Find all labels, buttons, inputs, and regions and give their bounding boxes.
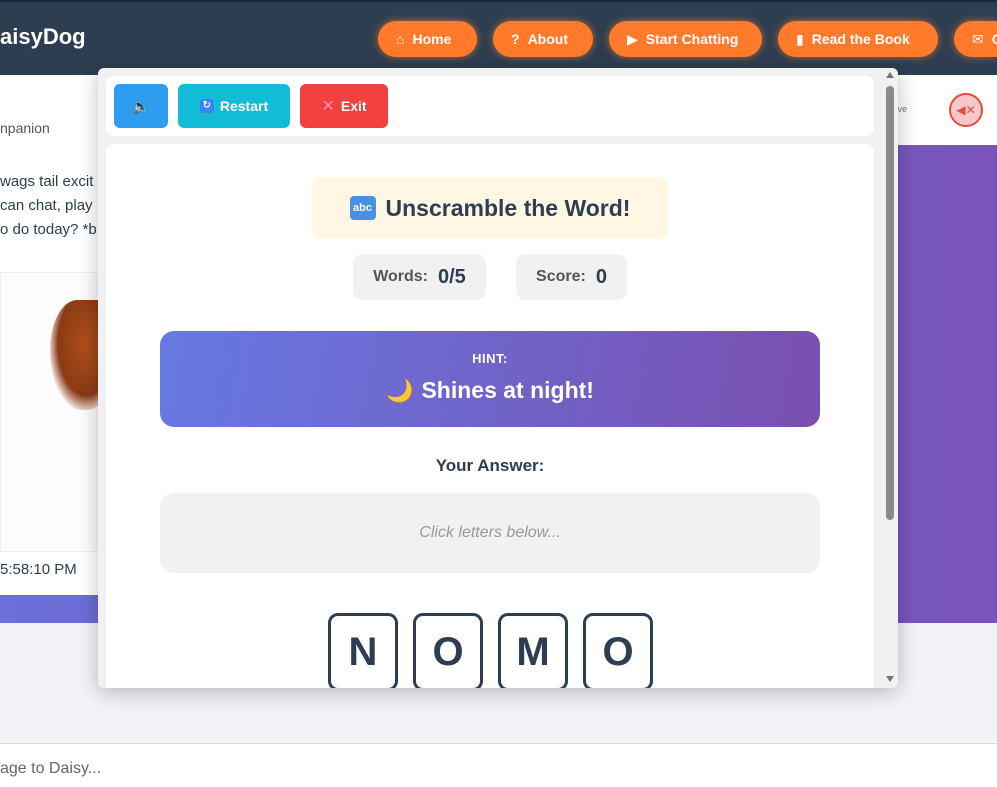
abc-icon: abc xyxy=(349,196,376,220)
game-title: abc Unscramble the Word! xyxy=(312,177,668,239)
top-navbar: aisyDog ⌂ Home ? About ▶ Start Chatting … xyxy=(0,0,997,75)
answer-label: Your Answer: xyxy=(435,456,545,475)
message-timestamp: 5:58:10 PM xyxy=(0,561,77,578)
exit-label: Exit xyxy=(340,98,367,114)
letter-tile[interactable]: O xyxy=(413,613,483,688)
scrollbar-thumb[interactable] xyxy=(886,86,894,520)
question-icon: ? xyxy=(511,31,520,47)
play-icon: ▶ xyxy=(627,30,638,47)
nav-about-label: About xyxy=(527,31,568,47)
nav-contact-label: C xyxy=(991,31,997,47)
modal-scrollbar[interactable] xyxy=(882,68,898,688)
message-line: can chat, play xyxy=(0,197,93,214)
words-value: 0/5 xyxy=(438,265,466,288)
sound-toggle-button[interactable]: 🔈 xyxy=(114,84,168,128)
nav-about-button[interactable]: ? About xyxy=(493,21,593,57)
nav-home-button[interactable]: ⌂ Home xyxy=(378,21,477,57)
hint-text: Shines at night! xyxy=(421,377,594,403)
nav-start-chatting-label: Start Chatting xyxy=(645,31,739,47)
nav-read-book-button[interactable]: ▮ Read the Book xyxy=(778,21,938,57)
message-line: wags tail excit xyxy=(0,173,94,190)
letter-tile[interactable]: O xyxy=(583,613,653,688)
answer-slot-area[interactable]: Click letters below... xyxy=(160,493,820,573)
mute-container: ◀✕ xyxy=(942,86,990,134)
words-counter: Words: 0/5 xyxy=(353,254,486,300)
home-icon: ⌂ xyxy=(396,31,405,47)
book-icon: ▮ xyxy=(796,30,804,47)
letter-tile[interactable]: N xyxy=(328,613,398,688)
game-title-text: Unscramble the Word! xyxy=(385,194,631,221)
answer-placeholder: Click letters below... xyxy=(419,524,561,541)
nav-read-book-label: Read the Book xyxy=(811,31,910,47)
close-icon: ✕ xyxy=(321,98,335,115)
hint-panel: HINT: 🌙 Shines at night! xyxy=(160,331,820,427)
message-line: o do today? *b xyxy=(0,221,97,238)
word-game-modal: 🔈 ↻ Restart ✕ Exit abc Unscramble the Wo… xyxy=(98,68,898,688)
letter-tile[interactable]: M xyxy=(498,613,568,688)
message-input-bar[interactable] xyxy=(0,743,997,787)
game-content: abc Unscramble the Word! Words: 0/5 Scor… xyxy=(106,144,874,688)
scroll-up-arrow-icon[interactable] xyxy=(886,72,894,78)
brand-title[interactable]: aisyDog xyxy=(0,24,86,50)
mail-icon: ✉ xyxy=(972,30,984,47)
game-toolbar: 🔈 ↻ Restart ✕ Exit xyxy=(106,76,874,136)
nav-contact-button[interactable]: ✉ C xyxy=(954,21,997,57)
scroll-down-arrow-icon[interactable] xyxy=(886,676,894,682)
speaker-icon: 🔈 xyxy=(132,97,150,114)
restart-button[interactable]: ↻ Restart xyxy=(178,84,290,128)
restart-label: Restart xyxy=(219,98,269,114)
chat-message-text: wags tail excit can chat, play o do toda… xyxy=(0,170,110,242)
hint-label: HINT: xyxy=(472,351,508,366)
score-label: Score: xyxy=(536,268,586,285)
moon-icon: 🌙 xyxy=(386,378,414,403)
restart-icon: ↻ xyxy=(199,99,214,113)
score-counter: Score: 0 xyxy=(516,254,627,300)
words-label: Words: xyxy=(373,268,428,285)
hint-text-row: 🌙 Shines at night! xyxy=(160,377,820,404)
mute-icon[interactable]: ◀✕ xyxy=(949,93,983,127)
nav-start-chatting-button[interactable]: ▶ Start Chatting xyxy=(609,21,762,57)
nav-home-label: Home xyxy=(412,31,452,47)
message-input-placeholder[interactable]: age to Daisy... xyxy=(0,760,101,778)
companion-subtitle: npanion xyxy=(0,120,50,136)
score-value: 0 xyxy=(595,265,607,288)
exit-button[interactable]: ✕ Exit xyxy=(300,84,388,128)
